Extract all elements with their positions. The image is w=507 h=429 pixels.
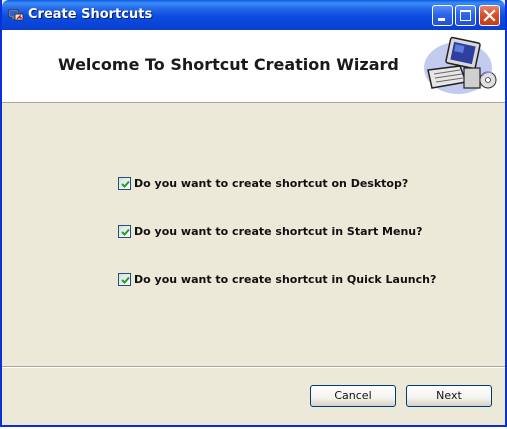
maximize-button[interactable] [455, 5, 476, 26]
quick-launch-shortcut-label: Do you want to create shortcut in Quick … [134, 273, 437, 286]
desktop-shortcut-checkbox[interactable] [118, 177, 131, 190]
start-menu-shortcut-label: Do you want to create shortcut in Start … [134, 225, 423, 238]
maximize-icon [460, 10, 471, 21]
app-shortcut-icon [8, 7, 24, 23]
cancel-button[interactable]: Cancel [310, 385, 396, 407]
footer-separator [2, 366, 505, 368]
title-bar[interactable]: Create Shortcuts [2, 0, 505, 30]
minimize-button[interactable] [432, 5, 453, 26]
quick-launch-shortcut-checkbox[interactable] [118, 273, 131, 286]
minimize-icon [438, 18, 445, 21]
computer-with-disc-icon [420, 36, 500, 98]
desktop-shortcut-label: Do you want to create shortcut on Deskto… [134, 177, 409, 190]
checkmark-icon [121, 180, 130, 188]
start-menu-shortcut-checkbox[interactable] [118, 225, 131, 238]
checkmark-icon [121, 276, 130, 284]
wizard-window: Create Shortcuts Welcome To Shortcut Cre… [0, 0, 507, 427]
next-button[interactable]: Next [406, 385, 492, 407]
close-button[interactable] [479, 5, 500, 26]
close-icon [483, 9, 496, 22]
checkmark-icon [121, 228, 130, 236]
wizard-header: Welcome To Shortcut Creation Wizard [2, 30, 505, 103]
window-title: Create Shortcuts [28, 7, 153, 22]
wizard-title: Welcome To Shortcut Creation Wizard [58, 55, 399, 74]
